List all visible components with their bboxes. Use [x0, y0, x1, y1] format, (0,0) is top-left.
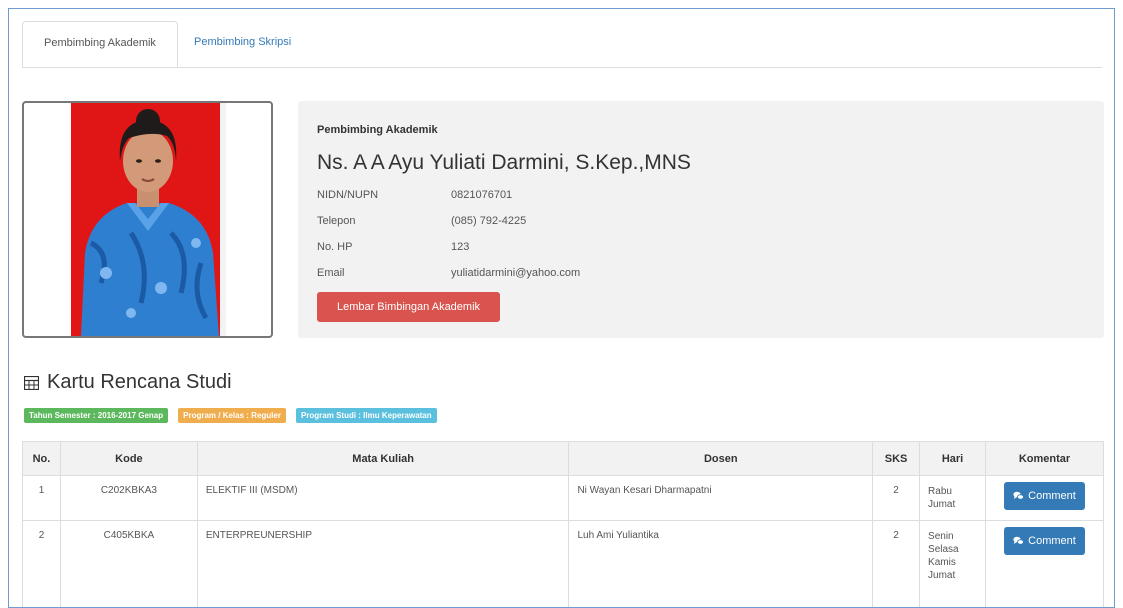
label-tahun-semester: Tahun Semester : 2016-2017 Genap [24, 408, 168, 423]
tab-pembimbing-skripsi[interactable]: Pembimbing Skripsi [180, 21, 305, 67]
cell-komentar: Comment [986, 476, 1104, 521]
krs-table: No. Kode Mata Kuliah Dosen SKS Hari Kome… [22, 441, 1104, 608]
table-icon [24, 376, 39, 390]
field-label: No. HP [317, 241, 352, 253]
main-frame: Pembimbing Akademik Pembimbing Skripsi [8, 8, 1115, 608]
table-header-row: No. Kode Mata Kuliah Dosen SKS Hari Kome… [23, 442, 1104, 476]
cell-dosen: Luh Ami Yuliantika [569, 521, 873, 608]
comment-button-label: Comment [1028, 535, 1076, 547]
cell-kode: C405KBKA [60, 521, 197, 608]
header-hari: Hari [920, 442, 986, 476]
advisor-info-panel: Pembimbing Akademik Ns. A A Ayu Yuliati … [298, 101, 1104, 338]
cell-sks: 2 [873, 521, 920, 608]
cell-kode: C202KBKA3 [60, 476, 197, 521]
advisor-photo [71, 103, 226, 336]
field-nidn: NIDN/NUPN 0821076701 [317, 189, 378, 201]
header-kode: Kode [60, 442, 197, 476]
tab-pembimbing-akademik[interactable]: Pembimbing Akademik [22, 21, 178, 67]
krs-title: Kartu Rencana Studi [47, 371, 232, 394]
field-no-hp: No. HP 123 [317, 241, 352, 253]
advisor-photo-frame [22, 101, 273, 338]
cell-mata-kuliah: ENTERPREUNERSHIP [197, 521, 569, 608]
advisor-role-label: Pembimbing Akademik [317, 124, 438, 136]
comments-icon [1013, 491, 1024, 501]
hari-item: Kamis [928, 556, 977, 569]
label-program-studi: Program Studi : Ilmu Keperawatan [296, 408, 437, 423]
comment-button[interactable]: Comment [1004, 482, 1085, 510]
field-value: yuliatidarmini@yahoo.com [451, 267, 580, 279]
hari-item: Rabu [928, 485, 977, 498]
field-email: Email yuliatidarmini@yahoo.com [317, 267, 345, 279]
header-no: No. [23, 442, 61, 476]
field-label: Email [317, 267, 345, 279]
field-value: 0821076701 [451, 189, 512, 201]
cell-dosen: Ni Wayan Kesari Dharmapatni [569, 476, 873, 521]
cell-mata-kuliah: ELEKTIF III (MSDM) [197, 476, 569, 521]
header-mata-kuliah: Mata Kuliah [197, 442, 569, 476]
header-sks: SKS [873, 442, 920, 476]
cell-no: 1 [23, 476, 61, 521]
comment-button-label: Comment [1028, 490, 1076, 502]
comment-button[interactable]: Comment [1004, 527, 1085, 555]
label-program-kelas: Program / Kelas : Reguler [178, 408, 286, 423]
cell-no: 2 [23, 521, 61, 608]
cell-komentar: Comment [986, 521, 1104, 608]
header-komentar: Komentar [986, 442, 1104, 476]
cell-hari: Senin Selasa Kamis Jumat [920, 521, 986, 608]
field-label: Telepon [317, 215, 356, 227]
field-label: NIDN/NUPN [317, 189, 378, 201]
cell-sks: 2 [873, 476, 920, 521]
cell-hari: Rabu Jumat [920, 476, 986, 521]
field-telepon: Telepon (085) 792-4225 [317, 215, 356, 227]
field-value: 123 [451, 241, 469, 253]
krs-labels: Tahun Semester : 2016-2017 Genap Program… [24, 408, 437, 423]
lembar-bimbingan-button[interactable]: Lembar Bimbingan Akademik [317, 292, 500, 322]
tab-bar: Pembimbing Akademik Pembimbing Skripsi [22, 21, 1102, 68]
table-row: 1 C202KBKA3 ELEKTIF III (MSDM) Ni Wayan … [23, 476, 1104, 521]
field-value: (085) 792-4225 [451, 215, 526, 227]
table-row: 2 C405KBKA ENTERPREUNERSHIP Luh Ami Yuli… [23, 521, 1104, 608]
hari-item: Senin [928, 530, 977, 543]
advisor-portrait-illustration [71, 103, 226, 336]
advisor-name: Ns. A A Ayu Yuliati Darmini, S.Kep.,MNS [317, 151, 691, 175]
header-dosen: Dosen [569, 442, 873, 476]
comments-icon [1013, 536, 1024, 546]
krs-heading: Kartu Rencana Studi [24, 371, 232, 394]
hari-item: Jumat [928, 569, 977, 582]
hari-item: Jumat [928, 498, 977, 511]
hari-item: Selasa [928, 543, 977, 556]
